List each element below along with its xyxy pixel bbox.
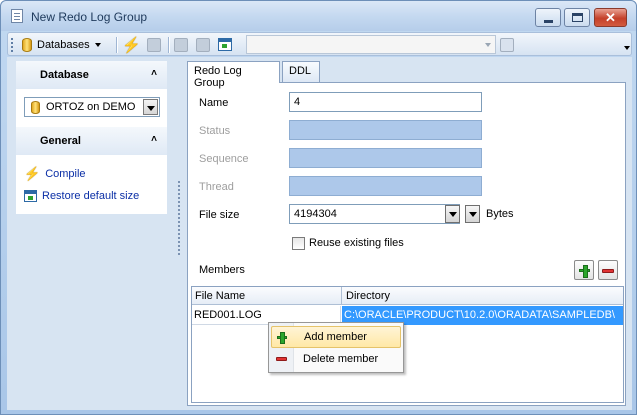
chevron-down-icon (94, 42, 101, 47)
lightning-icon: ⚡ (24, 166, 41, 181)
restore-default-size-link[interactable]: Restore default size (24, 190, 139, 202)
properties-icon (196, 37, 210, 52)
lightning-icon: ⚡ (122, 36, 141, 54)
print-icon (174, 37, 188, 52)
window: New Redo Log Group ✕ Databases ⚡ Databas… (0, 0, 637, 415)
panel-splitter[interactable] (178, 181, 180, 256)
sequence-field (289, 148, 482, 168)
maximize-button[interactable] (564, 8, 590, 27)
tab-ddl[interactable]: DDL (282, 61, 320, 82)
context-menu: Add member Delete member (268, 322, 404, 373)
print-toolbar-button[interactable] (174, 35, 188, 54)
toolbar-separator (116, 37, 117, 53)
status-field (289, 120, 482, 140)
status-label: Status (199, 125, 231, 137)
compile-label: Compile (45, 168, 86, 180)
close-icon: ✕ (605, 10, 616, 25)
minus-icon (602, 269, 614, 273)
sequence-label: Sequence (199, 153, 249, 165)
minus-icon (276, 357, 287, 361)
layout-toolbar-button[interactable] (500, 35, 514, 54)
tab-redo-log-group[interactable]: Redo Log Group (187, 61, 280, 89)
restore-default-size-label: Restore default size (42, 190, 140, 202)
file-size-field[interactable]: 4194304 (289, 204, 460, 224)
column-header-directory[interactable]: Directory (346, 290, 390, 302)
plus-icon (579, 265, 590, 278)
compile-toolbar-button[interactable]: ⚡ (122, 35, 141, 54)
database-icon (22, 37, 32, 52)
title-bar[interactable]: New Redo Log Group ✕ (1, 1, 636, 31)
menu-item-add-member[interactable]: Add member (271, 326, 401, 348)
toolbar-overflow-button[interactable] (623, 37, 631, 53)
file-size-units: Bytes (486, 208, 514, 220)
file-size-label: File size (199, 209, 240, 221)
toolbar: Databases ⚡ (7, 32, 632, 56)
table-row[interactable]: RED001.LOG C:\ORACLE\PRODUCT\10.2.0\ORAD… (192, 306, 623, 325)
database-select-value: ORTOZ on DEMO (46, 101, 136, 113)
databases-label: Databases (37, 38, 90, 51)
toolbar-grip[interactable] (11, 38, 13, 52)
tree-layout-icon (500, 37, 514, 52)
column-divider[interactable] (341, 287, 342, 305)
close-button[interactable]: ✕ (594, 8, 627, 27)
reuse-existing-files-checkbox[interactable] (292, 237, 305, 250)
thread-field (289, 176, 482, 196)
restore-size-toolbar-button[interactable] (218, 35, 232, 54)
toolbar-combo[interactable] (246, 35, 496, 54)
database-select[interactable]: ORTOZ on DEMO (24, 97, 160, 117)
toolbar-separator (168, 37, 169, 53)
save-toolbar-button[interactable] (147, 35, 161, 54)
minimize-button[interactable] (535, 8, 561, 27)
menu-item-label: Delete member (303, 353, 379, 365)
grid-header: File Name Directory (192, 287, 623, 305)
file-size-dropdown-button[interactable] (445, 205, 460, 223)
chevron-down-icon[interactable] (143, 99, 158, 115)
add-member-button[interactable] (574, 260, 594, 280)
database-group-title: Database (40, 69, 89, 81)
chevron-down-icon (485, 43, 491, 47)
window-title: New Redo Log Group (31, 10, 148, 24)
file-size-units-dropdown-button[interactable] (465, 205, 480, 223)
left-panel: Database ˄ ORTOZ on DEMO General ˄ ⚡ Com… (16, 61, 167, 214)
document-icon (11, 9, 23, 23)
general-group-title: General (40, 135, 81, 147)
minimize-icon (544, 20, 553, 23)
save-icon (147, 37, 161, 52)
databases-menu-button[interactable]: Databases (22, 35, 101, 54)
database-group-header[interactable]: Database ˄ (16, 61, 167, 89)
general-group-header[interactable]: General ˄ (16, 127, 167, 155)
members-label: Members (199, 264, 245, 276)
delete-member-button[interactable] (598, 260, 618, 280)
plus-icon (277, 332, 287, 344)
column-header-file-name[interactable]: File Name (195, 290, 245, 302)
menu-item-label: Add member (304, 331, 367, 343)
compile-link[interactable]: ⚡ Compile (24, 166, 86, 182)
collapse-icon[interactable]: ˄ (151, 134, 157, 145)
database-icon (31, 100, 40, 114)
window-restore-icon (218, 38, 232, 51)
reuse-existing-files-label: Reuse existing files (309, 237, 404, 249)
name-field[interactable]: 4 (289, 92, 482, 112)
collapse-icon[interactable]: ˄ (151, 68, 157, 79)
thread-label: Thread (199, 181, 234, 193)
window-restore-icon (24, 190, 37, 202)
menu-item-delete-member[interactable]: Delete member (271, 349, 401, 371)
members-grid: File Name Directory RED001.LOG C:\ORACLE… (191, 286, 624, 403)
properties-toolbar-button[interactable] (196, 35, 210, 54)
name-label: Name (199, 97, 229, 109)
maximize-icon (572, 13, 583, 22)
